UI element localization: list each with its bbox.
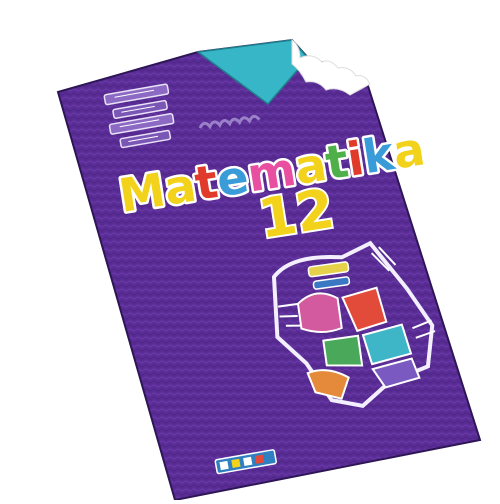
grade-number: 12 bbox=[252, 175, 340, 253]
grade-label: 12 bbox=[254, 177, 338, 251]
title-letter: M bbox=[115, 162, 169, 222]
book-cover-svg: Matematika 12 bbox=[56, 38, 482, 502]
book-cover-scene: Matematika 12 bbox=[0, 0, 500, 502]
